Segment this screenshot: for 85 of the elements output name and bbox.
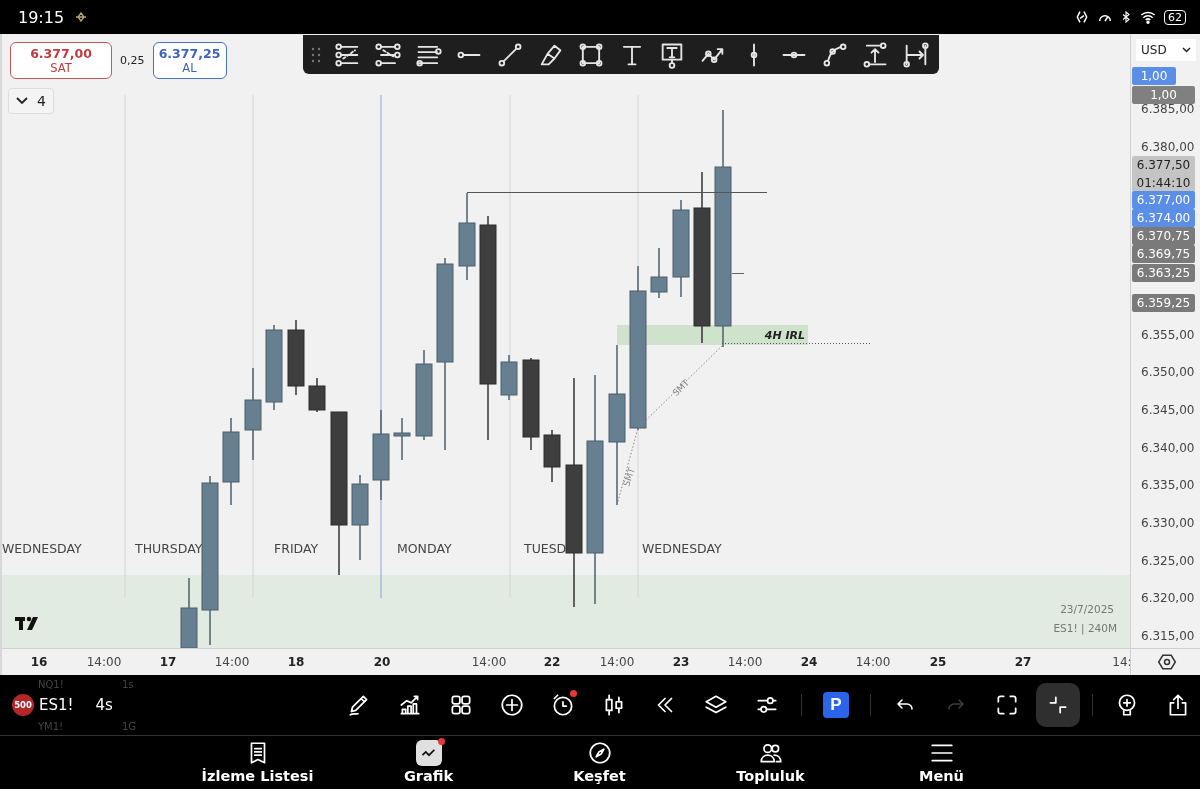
candlestick xyxy=(180,577,198,648)
time-label: 24 xyxy=(800,655,818,669)
chevron-icon xyxy=(15,96,29,106)
spread-value: 0,25 xyxy=(120,54,145,67)
nav-tab[interactable]: Menü xyxy=(856,736,1027,789)
index-badge: 500 xyxy=(12,694,34,716)
zone-label: 4H IRL xyxy=(764,329,805,342)
tick-mark xyxy=(731,273,745,274)
settings-icon[interactable] xyxy=(1156,652,1177,672)
nav-tab[interactable]: İzleme Listesi xyxy=(172,736,343,789)
time-label: 14:00 xyxy=(214,655,250,669)
compass-icon[interactable] xyxy=(586,740,613,766)
time-label: 14:00 xyxy=(727,655,763,669)
price-tick: 6.330,00 xyxy=(1141,515,1195,531)
price-tag: 6.363,25 xyxy=(1132,264,1195,282)
time-label: 14:00 xyxy=(86,655,122,669)
price-tick: 6.335,00 xyxy=(1141,477,1195,493)
sync-icon xyxy=(1074,9,1090,25)
bluetooth-icon xyxy=(1120,9,1132,25)
price-tick: 6.320,00 xyxy=(1141,590,1195,606)
collapse-indicators-button[interactable]: 4 xyxy=(8,88,54,114)
battery-indicator: 62 xyxy=(1164,9,1186,25)
price-tick: 6.355,00 xyxy=(1141,327,1195,343)
candlestick xyxy=(543,429,561,483)
nav-tab[interactable]: Topluluk xyxy=(685,736,856,789)
time-label: 18 xyxy=(287,655,305,669)
price-tick: 6.340,00 xyxy=(1141,440,1195,456)
candlestick xyxy=(500,354,518,401)
price-tick: 6.380,00 xyxy=(1141,139,1195,155)
price-tick: 6.385,00 xyxy=(1141,101,1195,117)
price-tag: 6.370,75 xyxy=(1132,227,1195,245)
time-label: 23 xyxy=(672,655,690,669)
sell-button[interactable]: 6.377,00 SAT xyxy=(10,42,112,79)
notification-dot xyxy=(570,690,577,697)
candlestick xyxy=(393,417,411,461)
nav-tab[interactable]: Keşfet xyxy=(514,736,685,789)
chart-symbol: ES1! | 240M xyxy=(1053,622,1117,634)
time-label: 20 xyxy=(373,655,391,669)
drag-handle-icon[interactable] xyxy=(311,46,321,63)
time-label: 14:00 xyxy=(599,655,635,669)
wifi-icon xyxy=(1138,9,1158,25)
day-label: MONDAY xyxy=(397,541,452,556)
time-label: 17 xyxy=(159,655,177,669)
time-label: 14: xyxy=(1112,655,1130,669)
price-tag: 1,00 xyxy=(1132,86,1195,104)
time-label: 16 xyxy=(30,655,48,669)
grid-icon[interactable] xyxy=(448,692,474,718)
nav-tab[interactable]: Grafik xyxy=(343,736,514,789)
currency-select[interactable]: USD xyxy=(1136,39,1196,61)
notification-dot xyxy=(437,738,445,745)
price-tag: 6.369,75 xyxy=(1132,245,1195,263)
notification-icon xyxy=(74,12,89,22)
plus-circle-icon[interactable] xyxy=(499,692,525,718)
candlestick xyxy=(650,247,668,299)
price-tag: 6.377,50 01:44:10 xyxy=(1132,156,1195,192)
smt-label: SMT xyxy=(621,466,637,488)
price-tick: 6.345,00 xyxy=(1141,402,1195,418)
logo-icon xyxy=(15,616,38,630)
symbol-interval[interactable]: 4s xyxy=(95,696,113,714)
candlestick xyxy=(308,377,326,413)
price-tick: 6.325,00 xyxy=(1141,553,1195,569)
chart-date: 23/7/2025 xyxy=(1060,603,1114,615)
day-label: THURSDAY xyxy=(135,541,203,556)
time-label: 27 xyxy=(1014,655,1032,669)
price-tag: 6.359,25 xyxy=(1132,294,1195,312)
symbol-name[interactable]: ES1! xyxy=(39,696,74,714)
chevron-icon xyxy=(1182,47,1191,53)
date-range-icon[interactable] xyxy=(901,40,930,69)
time-label: 25 xyxy=(929,655,947,669)
time-label: 14:00 xyxy=(471,655,507,669)
price-tag: 1,00 xyxy=(1132,67,1176,85)
collapse-button[interactable] xyxy=(1036,683,1080,727)
day-label: WEDNESDAY xyxy=(2,541,82,556)
buy-button[interactable]: 6.377,25 AL xyxy=(152,42,227,79)
app-logo-button[interactable]: P xyxy=(814,683,858,727)
price-tick: 6.350,00 xyxy=(1141,364,1195,380)
price-tag: 6.377,00 xyxy=(1132,191,1195,209)
price-tag: 6.374,00 xyxy=(1132,209,1195,227)
day-label: WEDNESDAY xyxy=(642,541,722,556)
price-tick: 6.315,00 xyxy=(1141,628,1195,644)
time-label: 22 xyxy=(543,655,561,669)
day-label: FRIDAY xyxy=(274,541,319,556)
clock-time: 19:15 xyxy=(18,7,65,27)
fullscreen-icon[interactable] xyxy=(994,692,1020,718)
time-label: 14:00 xyxy=(855,655,891,669)
